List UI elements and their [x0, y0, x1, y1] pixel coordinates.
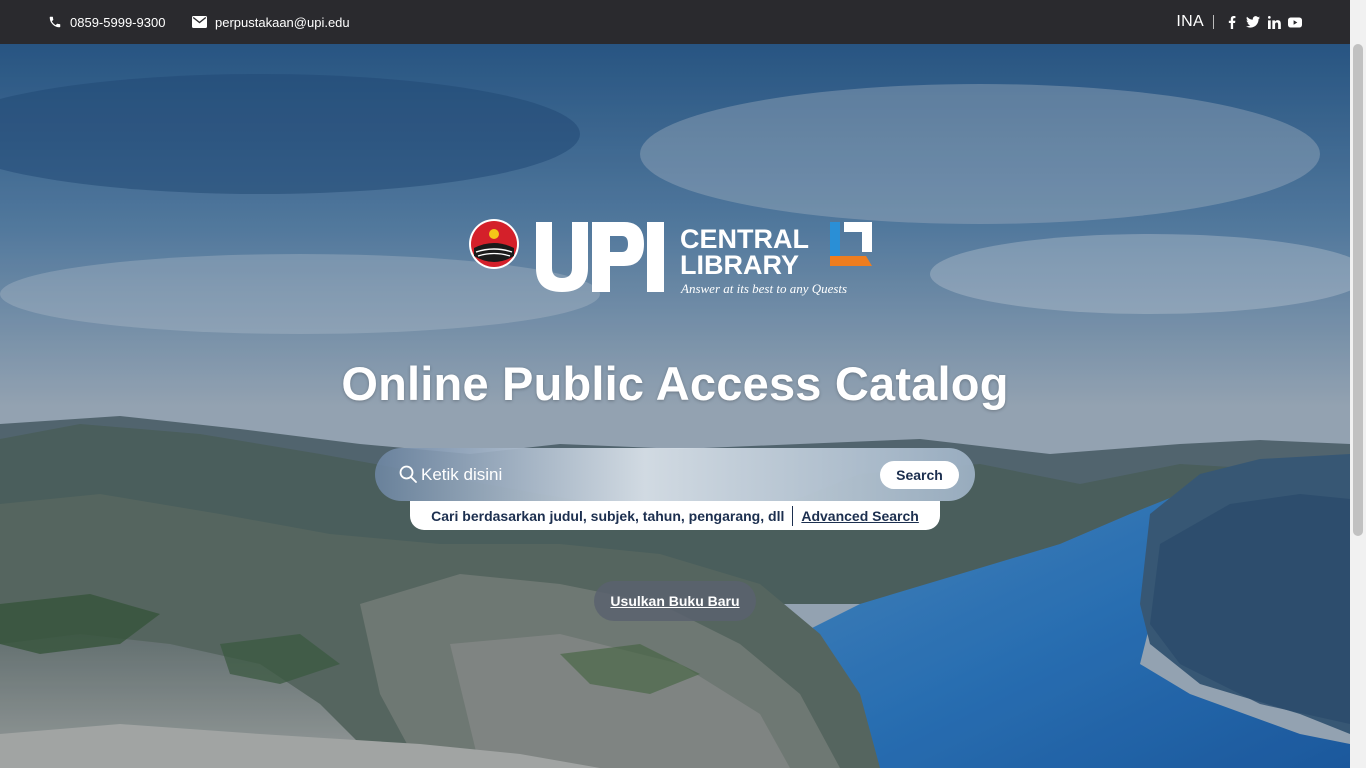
twitter-icon[interactable]	[1246, 15, 1260, 29]
scrollbar-thumb[interactable]	[1353, 44, 1363, 536]
search-hint-bar: Cari berdasarkan judul, subjek, tahun, p…	[410, 501, 940, 530]
page: 0859-5999-9300 perpustakaan@upi.edu INA	[0, 0, 1366, 768]
topbar-right: INA	[1176, 0, 1302, 44]
search-button[interactable]: Search	[880, 461, 959, 489]
upi-emblem-icon	[469, 219, 519, 269]
library-mark-icon	[830, 222, 872, 266]
page-scrollbar[interactable]	[1350, 0, 1366, 768]
mail-icon	[192, 16, 207, 28]
language-selector[interactable]: INA	[1176, 14, 1214, 30]
search-hint-text: Cari berdasarkan judul, subjek, tahun, p…	[431, 507, 785, 524]
phone-icon	[48, 15, 62, 29]
upi-wordmark	[536, 222, 664, 292]
social-links	[1225, 15, 1302, 29]
suggest-new-book-button[interactable]: Usulkan Buku Baru	[594, 581, 756, 621]
logo-tagline: Answer at its best to any Quests	[680, 281, 847, 296]
page-title: Online Public Access Catalog	[341, 357, 1009, 410]
hero-section: CENTRAL LIBRARY Answer at its best to an…	[0, 44, 1350, 768]
phone-number: 0859-5999-9300	[70, 14, 166, 30]
upi-central-library-logo[interactable]: CENTRAL LIBRARY Answer at its best to an…	[468, 216, 880, 296]
search-bar: Search	[375, 448, 975, 501]
email-address: perpustakaan@upi.edu	[215, 14, 350, 30]
facebook-icon[interactable]	[1225, 15, 1239, 29]
email-contact[interactable]: perpustakaan@upi.edu	[192, 0, 350, 44]
hint-divider	[792, 505, 794, 526]
logo-library-text: LIBRARY	[680, 250, 799, 280]
phone-contact[interactable]: 0859-5999-9300	[48, 0, 165, 44]
search-icon	[399, 465, 417, 483]
top-bar: 0859-5999-9300 perpustakaan@upi.edu INA	[0, 0, 1350, 44]
advanced-search-link[interactable]: Advanced Search	[801, 508, 919, 524]
youtube-icon[interactable]	[1288, 15, 1302, 29]
search-input[interactable]	[421, 458, 861, 492]
linkedin-icon[interactable]	[1267, 15, 1281, 29]
